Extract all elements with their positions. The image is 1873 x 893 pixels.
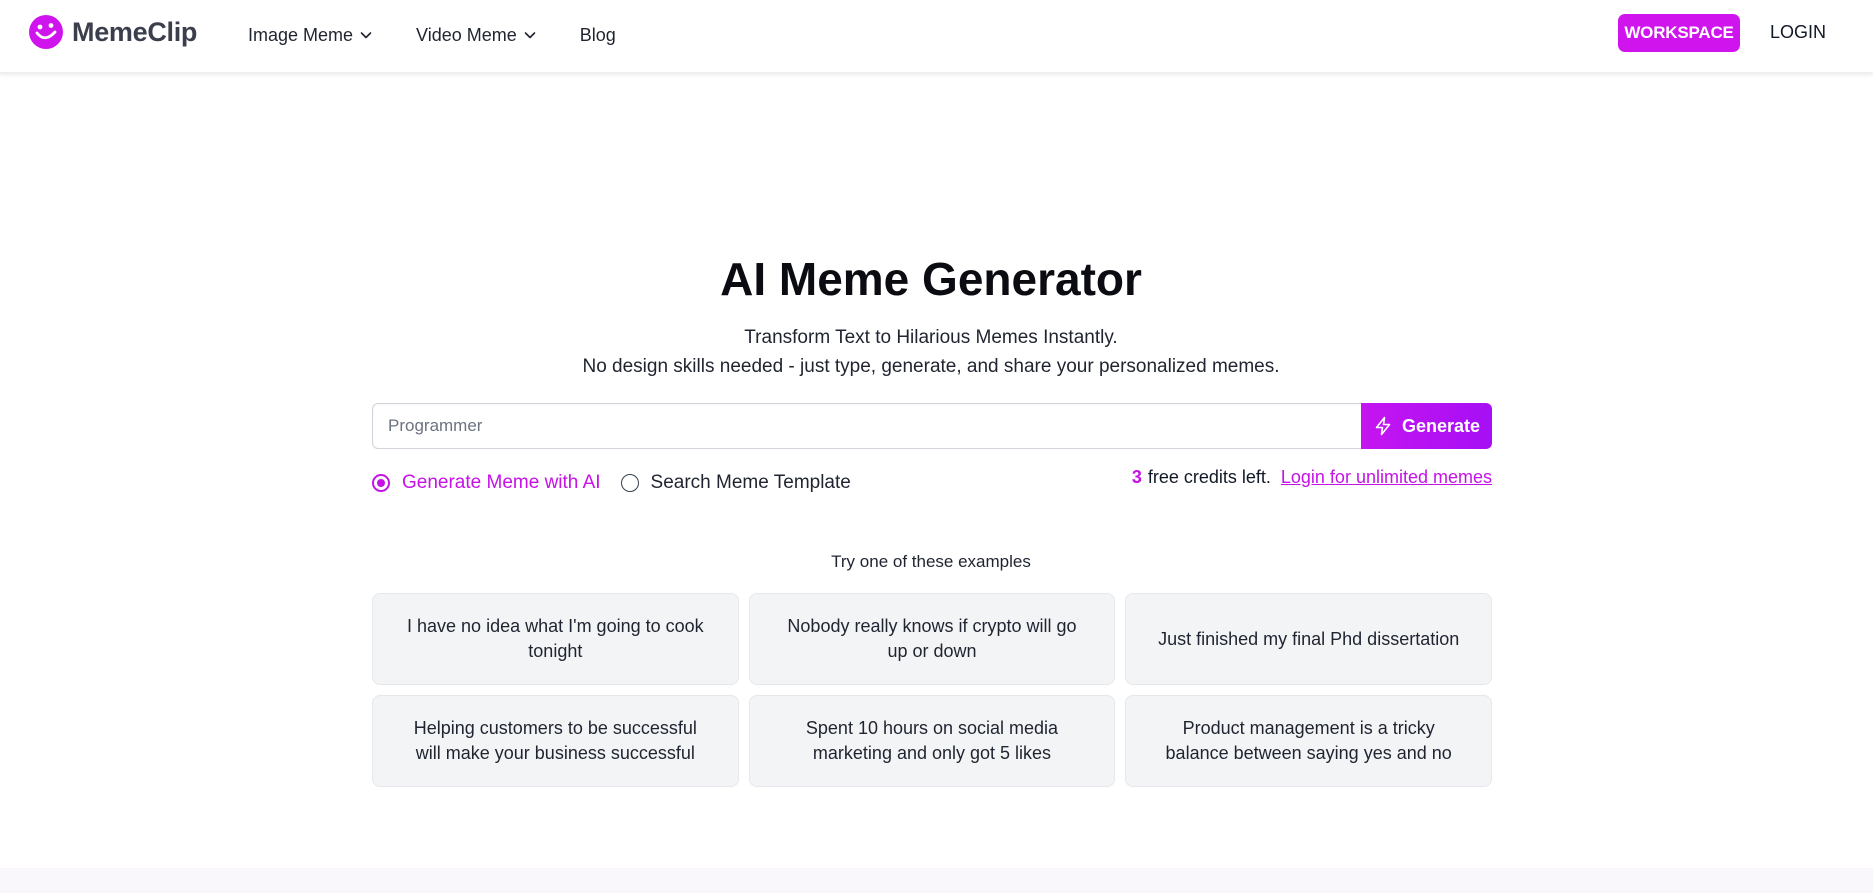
examples-grid: I have no idea what I'm going to cook to…	[372, 593, 1492, 787]
chevron-down-icon	[524, 32, 536, 39]
nav-item-video-meme[interactable]: Video Meme	[416, 25, 537, 46]
login-unlimited-link[interactable]: Login for unlimited memes	[1281, 467, 1492, 488]
example-card[interactable]: Nobody really knows if crypto will go up…	[748, 593, 1116, 685]
page-title: AI Meme Generator	[720, 253, 1142, 305]
nav-label: Video Meme	[416, 24, 517, 45]
nav-item-image-meme[interactable]: Image Meme	[248, 25, 373, 46]
logo[interactable]: MemeClip	[28, 14, 197, 50]
footer-band	[0, 868, 1873, 893]
credits-info: 3 free credits left. Login for unlimited…	[1132, 467, 1492, 488]
login-link[interactable]: LOGIN	[1770, 22, 1826, 43]
mode-radio-template[interactable]: Search Meme Template	[620, 472, 851, 494]
example-card[interactable]: Helping customers to be successful will …	[372, 695, 739, 787]
mode-label-template: Search Meme Template	[650, 472, 851, 493]
site-header: MemeClip Image Meme Video Meme Blog WORK…	[0, 0, 1873, 73]
prompt-input[interactable]	[372, 403, 1361, 449]
credit-count: 3	[1131, 467, 1142, 487]
example-card[interactable]: Product management is a tricky balance b…	[1125, 695, 1492, 787]
mode-radio-ai[interactable]: Generate Meme with AI	[372, 472, 601, 494]
nav-label: Blog	[579, 24, 616, 45]
hero-subtitle-2: No design skills needed - just type, gen…	[582, 356, 1280, 377]
workspace-button[interactable]: WORKSPACE	[1618, 14, 1740, 52]
nav-label: Image Meme	[248, 24, 354, 45]
examples-title: Try one of these examples	[831, 552, 1031, 571]
generate-button[interactable]: Generate	[1361, 403, 1492, 449]
radio-selected-indicator	[372, 474, 390, 492]
generate-label: Generate	[1401, 415, 1481, 436]
hero-subtitle-1: Transform Text to Hilarious Memes Instan…	[744, 327, 1118, 348]
example-card[interactable]: Spent 10 hours on social media marketing…	[748, 695, 1116, 787]
nav-item-blog[interactable]: Blog	[580, 25, 616, 46]
credit-text: free credits left.	[1147, 467, 1271, 487]
chevron-down-icon	[360, 32, 372, 39]
main-nav: Image Meme Video Meme Blog	[248, 20, 659, 50]
mode-label-ai: Generate Meme with AI	[402, 472, 601, 493]
lightning-bolt-icon	[1375, 416, 1391, 436]
example-card[interactable]: Just finished my final Phd dissertation	[1125, 593, 1492, 685]
smiley-face-icon	[29, 15, 63, 49]
mode-selector: Generate Meme with AI Search Meme Templa…	[372, 472, 851, 494]
radio-unselected-indicator	[620, 474, 639, 492]
prompt-form: Generate	[372, 403, 1492, 449]
example-card[interactable]: I have no idea what I'm going to cook to…	[372, 593, 739, 685]
logo-text: MemeClip	[72, 16, 198, 47]
